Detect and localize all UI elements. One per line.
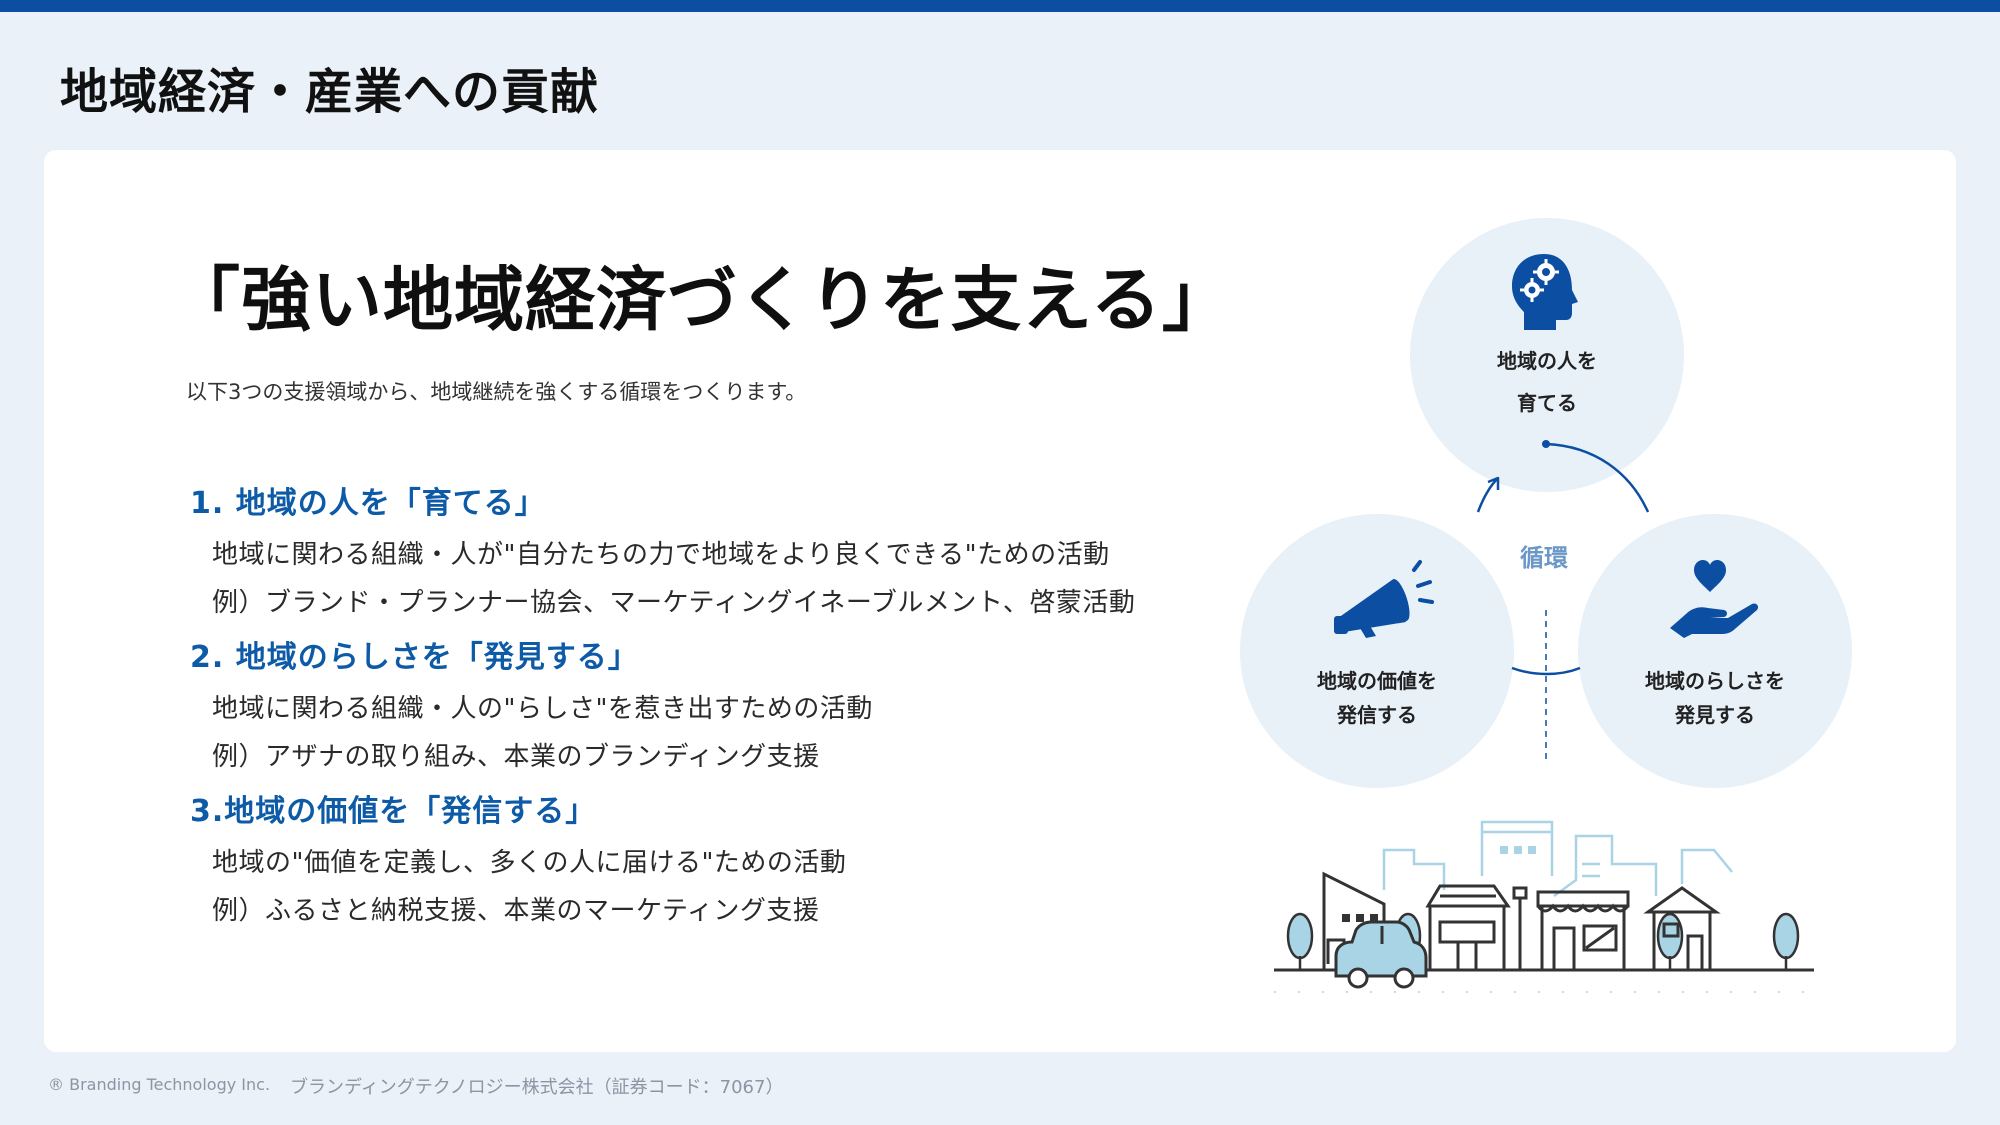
- section-description-2: 地域に関わる組織・人の"らしさ"を惹き出すための活動: [212, 694, 873, 724]
- section-example-3: 例）ふるさと納税支援、本業のマーケティング支援: [212, 896, 820, 926]
- section-description-1: 地域に関わる組織・人が"自分たちの力で地域をより良くできる"ための活動: [212, 540, 1110, 570]
- content-card: 「強い地域経済づくりを支える」 以下3つの支援領域から、地域継続を強くする循環を…: [44, 150, 1956, 1052]
- top-accent-bar: [0, 0, 2000, 12]
- page-title: 地域経済・産業への貢献: [60, 64, 600, 120]
- section-example-2: 例）アザナの取り組み、本業のブランディング支援: [212, 742, 820, 772]
- headline: 「強い地域経済づくりを支える」: [170, 259, 1233, 341]
- company-name: ブランディングテクノロジー株式会社（証券コード：7067）: [290, 1077, 784, 1098]
- section-heading-1: 1. 地域の人を「育てる」: [190, 486, 546, 521]
- section-heading-2: 2. 地域のらしさを「発見する」: [190, 640, 639, 675]
- cycle-label: 循環: [1520, 544, 1568, 572]
- town-illustration: [1274, 820, 1814, 993]
- section-heading-3: 3.地域の価値を「発信する」: [190, 794, 597, 829]
- cycle-arrows: [1476, 440, 1650, 760]
- copyright-text: ® Branding Technology Inc.: [48, 1075, 271, 1094]
- cycle-diagram: 地域の人を 育てる 地域の価値を 発信する 地域のらしさを 発見する 循環: [1234, 200, 1894, 1030]
- section-description-3: 地域の"価値を定義し、多くの人に届ける"ための活動: [212, 848, 847, 878]
- section-example-1: 例）ブランド・プランナー協会、マーケティングイネーブルメント、啓蒙活動: [212, 588, 1136, 618]
- lead-text: 以下3つの支援領域から、地域継続を強くする循環をつくります。: [186, 380, 807, 404]
